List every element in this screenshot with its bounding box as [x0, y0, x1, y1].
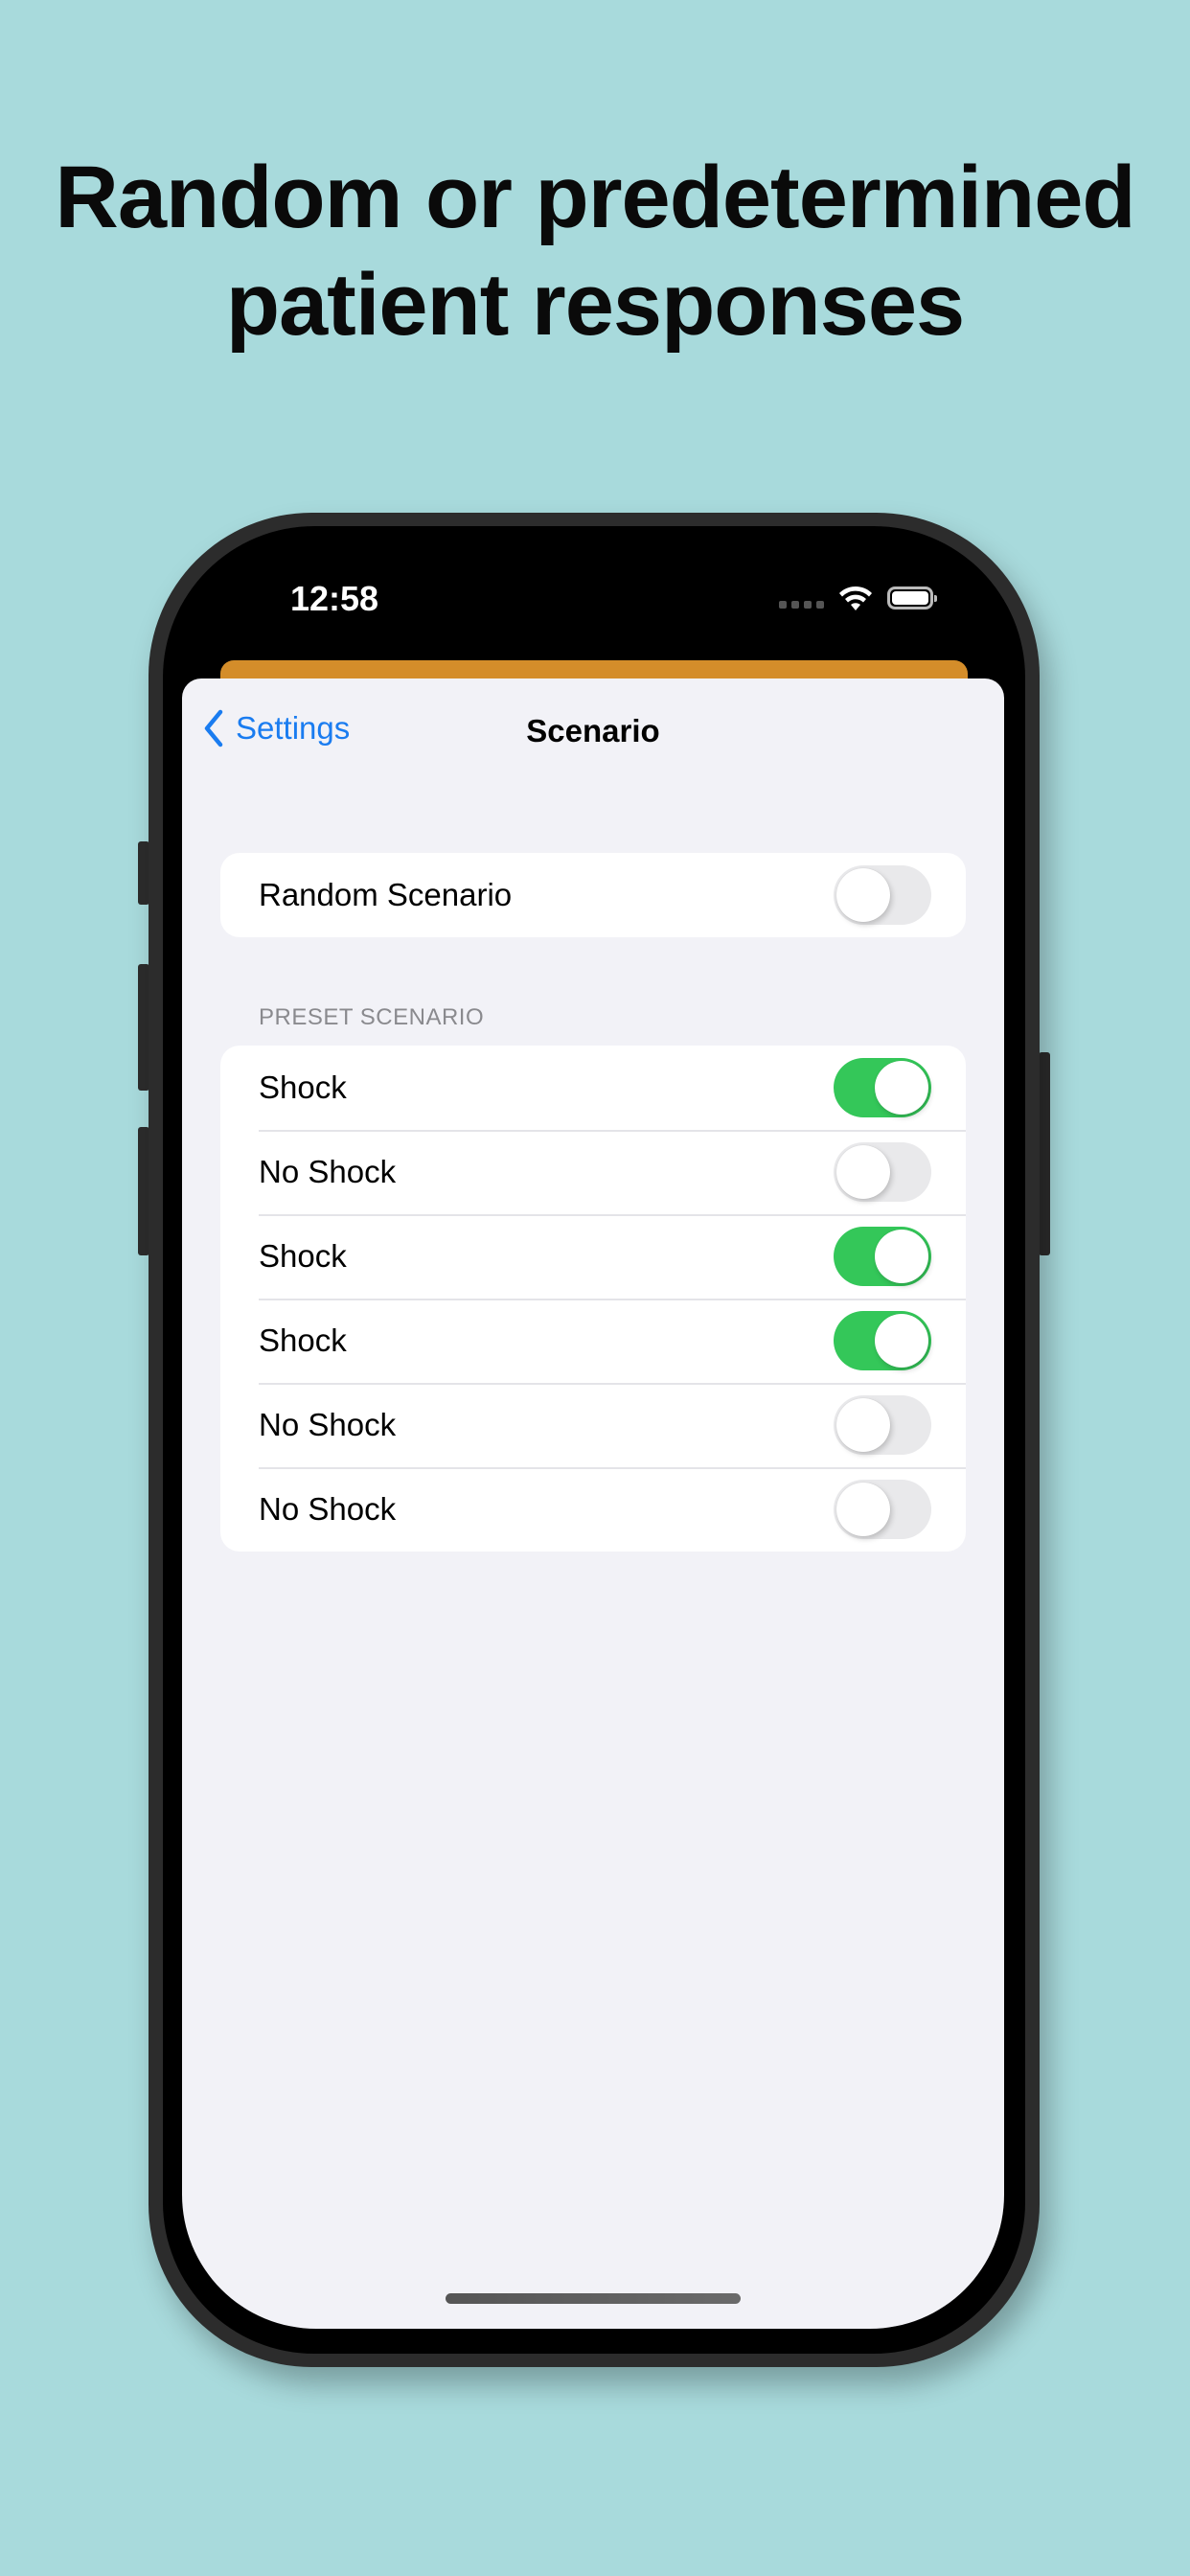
phone-screen: 12:58 Settings Scenario Random Scenario … [163, 526, 1025, 2354]
preset-row: No Shock [220, 1383, 966, 1467]
preset-row: No Shock [220, 1467, 966, 1552]
preset-toggle[interactable] [834, 1311, 931, 1370]
navigation-bar: Settings Scenario [182, 678, 1004, 784]
preset-scenario-group: Shock No Shock Shock Shock No Shock No S… [220, 1046, 966, 1552]
preset-row: Shock [220, 1214, 966, 1299]
preset-toggle[interactable] [834, 1395, 931, 1455]
preset-row: No Shock [220, 1130, 966, 1214]
preset-scenario-header: PRESET SCENARIO [259, 1004, 485, 1030]
power-button [1039, 1052, 1050, 1255]
phone-frame: 12:58 Settings Scenario Random Scenario … [149, 513, 1040, 2367]
promo-headline: Random or predetermined patient response… [0, 144, 1190, 358]
battery-icon [887, 586, 937, 610]
headline-line-2: patient responses [225, 256, 965, 354]
headline-line-1: Random or predetermined [55, 149, 1135, 246]
random-scenario-row: Random Scenario [220, 853, 966, 937]
preset-row: Shock [220, 1299, 966, 1383]
preset-toggle[interactable] [834, 1480, 931, 1539]
wifi-icon [839, 586, 872, 610]
random-scenario-group: Random Scenario [220, 853, 966, 937]
page-title: Scenario [526, 713, 660, 748]
home-indicator[interactable] [446, 2293, 741, 2304]
scenario-sheet: Settings Scenario Random Scenario PRESET… [182, 678, 1004, 2329]
random-scenario-toggle[interactable] [834, 865, 931, 925]
preset-toggle[interactable] [834, 1142, 931, 1202]
preset-row: Shock [220, 1046, 966, 1130]
status-icons [779, 584, 937, 612]
status-time: 12:58 [290, 579, 379, 618]
preset-toggle[interactable] [834, 1058, 931, 1117]
preset-toggle[interactable] [834, 1227, 931, 1286]
cellular-signal-icon [779, 601, 824, 609]
